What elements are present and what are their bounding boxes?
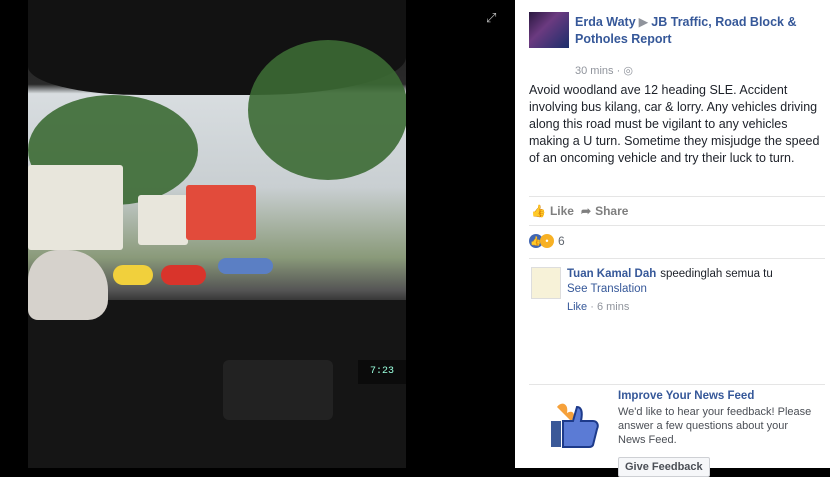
commenter-link[interactable]: Tuan Kamal Dah — [567, 268, 656, 280]
glove — [28, 250, 108, 320]
comment-line: Tuan Kamal Dah speedinglah semua tu — [567, 268, 773, 280]
thumbs-up-icon: 👍 — [531, 204, 546, 218]
sticker-3 — [218, 258, 273, 274]
comment: Tuan Kamal Dah speedinglah semua tu See T… — [529, 258, 825, 319]
air-vent — [223, 360, 333, 420]
share-button[interactable]: ➦ Share — [581, 204, 628, 218]
author-avatar[interactable] — [529, 12, 569, 48]
comment-text: speedinglah semua tu — [660, 268, 773, 280]
reaction-count: 6 — [558, 233, 565, 248]
lorry — [28, 165, 123, 250]
post-meta: 30 mins · ◎ — [575, 65, 633, 77]
sticker-2 — [161, 265, 206, 285]
give-feedback-button[interactable]: Give Feedback — [618, 457, 710, 477]
post-panel: Erda Waty ▶ JB Traffic, Road Block & Potho… — [515, 0, 830, 477]
comment-time[interactable]: 6 mins — [597, 301, 629, 313]
like-label: Like — [549, 204, 574, 218]
comment-meta: Like · 6 mins — [567, 301, 630, 313]
share-label: Share — [595, 204, 629, 218]
share-icon: ➦ — [581, 204, 592, 218]
dashboard — [28, 300, 406, 468]
commenter-avatar[interactable] — [531, 267, 561, 299]
author-link[interactable]: Erda Waty — [575, 15, 636, 29]
reaction-summary[interactable]: 👍 • 6 — [529, 232, 565, 254]
comment-like-link[interactable]: Like — [567, 301, 587, 313]
thumbs-up-icon — [551, 403, 599, 448]
sticker-1 — [113, 265, 153, 285]
expand-icon[interactable]: ⤢ — [486, 10, 496, 26]
wow-reaction-icon: • — [540, 233, 554, 248]
improve-title[interactable]: Improve Your News Feed — [618, 390, 754, 402]
ambulance — [186, 185, 256, 240]
tree-right — [248, 40, 406, 180]
post-time[interactable]: 30 mins — [575, 65, 614, 77]
post-photo[interactable]: 7:23 — [28, 0, 406, 468]
improve-feed-box: Improve Your News Feed We'd like to hear… — [529, 384, 825, 477]
improve-description: We'd like to hear your feedback! Please … — [618, 406, 812, 446]
post-text: Avoid woodland ave 12 heading SLE. Accid… — [529, 83, 820, 165]
arrow-right-icon: ▶ — [638, 15, 649, 29]
action-bar: 👍 Like ➦ Share — [529, 196, 825, 226]
dashboard-clock: 7:23 — [358, 360, 406, 384]
post-title: Erda Waty ▶ JB Traffic, Road Block & Potho… — [575, 14, 825, 48]
van — [138, 195, 188, 245]
photo-viewer: 7:23 ⤢ — [0, 0, 515, 468]
globe-icon: ◎ — [623, 65, 633, 77]
see-translation-link[interactable]: See Translation — [567, 283, 647, 295]
like-button[interactable]: 👍 Like — [531, 204, 574, 218]
